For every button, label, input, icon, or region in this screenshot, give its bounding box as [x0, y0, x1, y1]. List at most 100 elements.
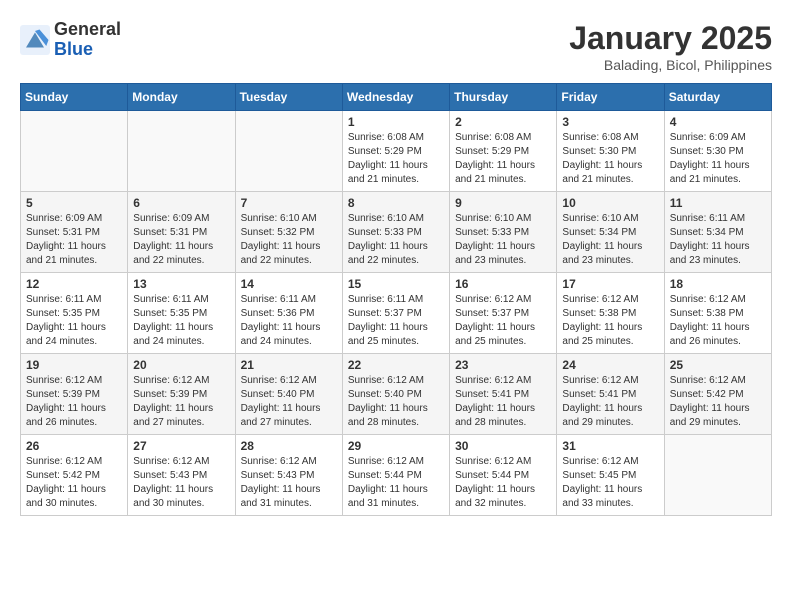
- day-number: 22: [348, 358, 444, 372]
- day-info: Sunrise: 6:12 AM Sunset: 5:40 PM Dayligh…: [348, 374, 444, 430]
- day-header-thursday: Thursday: [450, 84, 557, 111]
- week-row-1: 5 Sunrise: 6:09 AM Sunset: 5:31 PM Daylig…: [21, 192, 772, 273]
- calendar-cell: 28 Sunrise: 6:12 AM Sunset: 5:43 PM Dayli…: [235, 435, 342, 516]
- calendar-cell: 31 Sunrise: 6:12 AM Sunset: 5:45 PM Dayli…: [557, 435, 664, 516]
- week-row-4: 26Sunrise: 6:12 AM Sunset: 5:42 PM Dayli…: [21, 435, 772, 516]
- day-info: Sunrise: 6:12 AM Sunset: 5:44 PM Dayligh…: [348, 455, 444, 511]
- calendar-cell: 19 Sunrise: 6:12 AM Sunset: 5:39 PM Dayli…: [21, 354, 128, 435]
- calendar-cell: 5 Sunrise: 6:09 AM Sunset: 5:31 PM Daylig…: [21, 192, 128, 273]
- calendar-cell: 26Sunrise: 6:12 AM Sunset: 5:42 PM Dayli…: [21, 435, 128, 516]
- day-info: Sunrise: 6:12 AM Sunset: 5:39 PM Dayligh…: [26, 374, 122, 430]
- day-number: 9: [455, 196, 551, 210]
- day-info: Sunrise: 6:12 AM Sunset: 5:45 PM Dayligh…: [562, 455, 658, 511]
- calendar-cell: 12 Sunrise: 6:11 AM Sunset: 5:35 PM Dayli…: [21, 273, 128, 354]
- calendar-body: 1 Sunrise: 6:08 AM Sunset: 5:29 PM Daylig…: [21, 111, 772, 516]
- calendar-cell: 25Sunrise: 6:12 AM Sunset: 5:42 PM Dayli…: [664, 354, 771, 435]
- calendar-cell: 20Sunrise: 6:12 AM Sunset: 5:39 PM Dayli…: [128, 354, 235, 435]
- day-number: 1: [348, 115, 444, 129]
- day-number: 17: [562, 277, 658, 291]
- calendar-cell: [21, 111, 128, 192]
- day-header-friday: Friday: [557, 84, 664, 111]
- calendar-cell: [128, 111, 235, 192]
- calendar-cell: 24 Sunrise: 6:12 AM Sunset: 5:41 PM Dayli…: [557, 354, 664, 435]
- calendar-cell: 30 Sunrise: 6:12 AM Sunset: 5:44 PM Dayli…: [450, 435, 557, 516]
- day-header-wednesday: Wednesday: [342, 84, 449, 111]
- calendar-cell: 15Sunrise: 6:11 AM Sunset: 5:37 PM Dayli…: [342, 273, 449, 354]
- day-number: 16: [455, 277, 551, 291]
- calendar-cell: 6Sunrise: 6:09 AM Sunset: 5:31 PM Daylig…: [128, 192, 235, 273]
- calendar-cell: 4Sunrise: 6:09 AM Sunset: 5:30 PM Daylig…: [664, 111, 771, 192]
- day-info: Sunrise: 6:10 AM Sunset: 5:32 PM Dayligh…: [241, 212, 337, 268]
- day-number: 4: [670, 115, 766, 129]
- calendar-cell: 14Sunrise: 6:11 AM Sunset: 5:36 PM Dayli…: [235, 273, 342, 354]
- week-row-2: 12 Sunrise: 6:11 AM Sunset: 5:35 PM Dayli…: [21, 273, 772, 354]
- day-info: Sunrise: 6:08 AM Sunset: 5:29 PM Dayligh…: [455, 131, 551, 187]
- day-number: 6: [133, 196, 229, 210]
- calendar-cell: 1Sunrise: 6:08 AM Sunset: 5:29 PM Daylig…: [342, 111, 449, 192]
- calendar-cell: [235, 111, 342, 192]
- day-info: Sunrise: 6:12 AM Sunset: 5:41 PM Dayligh…: [455, 374, 551, 430]
- calendar-table: SundayMondayTuesdayWednesdayThursdayFrid…: [20, 83, 772, 516]
- calendar-cell: 11Sunrise: 6:11 AM Sunset: 5:34 PM Dayli…: [664, 192, 771, 273]
- day-number: 12: [26, 277, 122, 291]
- day-header-monday: Monday: [128, 84, 235, 111]
- calendar-cell: 18 Sunrise: 6:12 AM Sunset: 5:38 PM Dayli…: [664, 273, 771, 354]
- calendar-cell: 10Sunrise: 6:10 AM Sunset: 5:34 PM Dayli…: [557, 192, 664, 273]
- location-subtitle: Balading, Bicol, Philippines: [569, 57, 772, 73]
- calendar-cell: 2 Sunrise: 6:08 AM Sunset: 5:29 PM Daylig…: [450, 111, 557, 192]
- day-info: Sunrise: 6:09 AM Sunset: 5:31 PM Dayligh…: [26, 212, 122, 268]
- day-number: 24: [562, 358, 658, 372]
- day-info: Sunrise: 6:12 AM Sunset: 5:38 PM Dayligh…: [670, 293, 766, 349]
- day-info: Sunrise: 6:08 AM Sunset: 5:30 PM Dayligh…: [562, 131, 658, 187]
- day-info: Sunrise: 6:12 AM Sunset: 5:37 PM Dayligh…: [455, 293, 551, 349]
- day-info: Sunrise: 6:12 AM Sunset: 5:42 PM Dayligh…: [670, 374, 766, 430]
- logo-line1: General: [54, 20, 121, 40]
- day-info: Sunrise: 6:11 AM Sunset: 5:35 PM Dayligh…: [133, 293, 229, 349]
- logo-line2: Blue: [54, 40, 121, 60]
- day-number: 2: [455, 115, 551, 129]
- week-row-3: 19 Sunrise: 6:12 AM Sunset: 5:39 PM Dayli…: [21, 354, 772, 435]
- day-info: Sunrise: 6:12 AM Sunset: 5:44 PM Dayligh…: [455, 455, 551, 511]
- title-block: January 2025 Balading, Bicol, Philippine…: [569, 20, 772, 73]
- day-number: 3: [562, 115, 658, 129]
- calendar-cell: 8 Sunrise: 6:10 AM Sunset: 5:33 PM Daylig…: [342, 192, 449, 273]
- logo: General Blue: [20, 20, 121, 60]
- calendar-cell: 9 Sunrise: 6:10 AM Sunset: 5:33 PM Daylig…: [450, 192, 557, 273]
- day-number: 5: [26, 196, 122, 210]
- day-number: 18: [670, 277, 766, 291]
- day-header-tuesday: Tuesday: [235, 84, 342, 111]
- day-info: Sunrise: 6:12 AM Sunset: 5:43 PM Dayligh…: [133, 455, 229, 511]
- day-info: Sunrise: 6:11 AM Sunset: 5:34 PM Dayligh…: [670, 212, 766, 268]
- logo-icon: [20, 25, 50, 55]
- day-number: 28: [241, 439, 337, 453]
- day-number: 31: [562, 439, 658, 453]
- calendar-cell: 7Sunrise: 6:10 AM Sunset: 5:32 PM Daylig…: [235, 192, 342, 273]
- calendar-cell: 22 Sunrise: 6:12 AM Sunset: 5:40 PM Dayli…: [342, 354, 449, 435]
- day-header-saturday: Saturday: [664, 84, 771, 111]
- day-info: Sunrise: 6:10 AM Sunset: 5:33 PM Dayligh…: [348, 212, 444, 268]
- day-number: 8: [348, 196, 444, 210]
- day-number: 29: [348, 439, 444, 453]
- logo-text: General Blue: [54, 20, 121, 60]
- day-number: 26: [26, 439, 122, 453]
- day-info: Sunrise: 6:12 AM Sunset: 5:43 PM Dayligh…: [241, 455, 337, 511]
- day-info: Sunrise: 6:12 AM Sunset: 5:41 PM Dayligh…: [562, 374, 658, 430]
- day-number: 10: [562, 196, 658, 210]
- day-number: 19: [26, 358, 122, 372]
- day-number: 30: [455, 439, 551, 453]
- calendar-cell: 13Sunrise: 6:11 AM Sunset: 5:35 PM Dayli…: [128, 273, 235, 354]
- week-row-0: 1 Sunrise: 6:08 AM Sunset: 5:29 PM Daylig…: [21, 111, 772, 192]
- calendar-cell: 27Sunrise: 6:12 AM Sunset: 5:43 PM Dayli…: [128, 435, 235, 516]
- calendar-cell: 21 Sunrise: 6:12 AM Sunset: 5:40 PM Dayli…: [235, 354, 342, 435]
- calendar-cell: 3 Sunrise: 6:08 AM Sunset: 5:30 PM Daylig…: [557, 111, 664, 192]
- day-info: Sunrise: 6:10 AM Sunset: 5:33 PM Dayligh…: [455, 212, 551, 268]
- day-info: Sunrise: 6:12 AM Sunset: 5:40 PM Dayligh…: [241, 374, 337, 430]
- day-info: Sunrise: 6:11 AM Sunset: 5:37 PM Dayligh…: [348, 293, 444, 349]
- day-header-sunday: Sunday: [21, 84, 128, 111]
- page-header: General Blue January 2025 Balading, Bico…: [20, 20, 772, 73]
- day-number: 21: [241, 358, 337, 372]
- day-info: Sunrise: 6:11 AM Sunset: 5:35 PM Dayligh…: [26, 293, 122, 349]
- calendar-cell: 16 Sunrise: 6:12 AM Sunset: 5:37 PM Dayli…: [450, 273, 557, 354]
- day-info: Sunrise: 6:12 AM Sunset: 5:39 PM Dayligh…: [133, 374, 229, 430]
- calendar-cell: 29 Sunrise: 6:12 AM Sunset: 5:44 PM Dayli…: [342, 435, 449, 516]
